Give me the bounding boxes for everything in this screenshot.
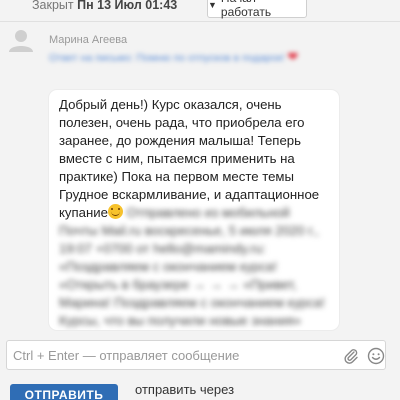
closed-date: Пн 13 Июл 01:43 [77, 0, 178, 12]
pin-icon: ▼ [208, 0, 217, 10]
message-bubble: Добрый день!) Курс оказался, очень полез… [49, 90, 339, 330]
smile-emoji-icon [107, 204, 123, 219]
reply-subject-text: Ответ на письмо: Помню по отпусков в под… [49, 52, 285, 64]
message-body: Добрый день!) Курс оказался, очень полез… [59, 96, 327, 330]
quoted-original-text: Отправлено из мобильной Почты Mail.ru во… [59, 205, 325, 328]
ticket-conversation-view: Закрыт Пн 13 Июл 01:43 ▼ Начал работать … [0, 0, 400, 400]
sender-name: Марина Агеева [49, 34, 128, 46]
reply-input[interactable] [13, 345, 333, 365]
send-button[interactable]: ОТПРАВИТЬ [10, 384, 118, 400]
emoji-smile-icon[interactable] [367, 347, 385, 365]
heart-icon: ❤ [287, 49, 299, 64]
ticket-status-bar: Закрыт Пн 13 Июл 01:43 ▼ Начал работать [0, 0, 400, 20]
closed-prefix: Закрыт [32, 0, 74, 12]
start-work-label: Начал работать [220, 0, 272, 19]
start-work-button[interactable]: ▼ Начал работать [207, 0, 307, 19]
reply-subject-link[interactable]: Ответ на письмо: Помню по отпусков в под… [49, 50, 339, 65]
send-via-selector[interactable]: отправить через [135, 382, 234, 397]
message-text: Добрый день!) Курс оказался, очень полез… [59, 97, 320, 220]
ticket-closed-status: Закрыт Пн 13 Июл 01:43 [32, 0, 177, 12]
reply-input-wrapper [6, 340, 386, 370]
user-avatar-icon [9, 30, 33, 52]
paperclip-icon[interactable] [343, 347, 359, 365]
top-divider [0, 21, 400, 22]
